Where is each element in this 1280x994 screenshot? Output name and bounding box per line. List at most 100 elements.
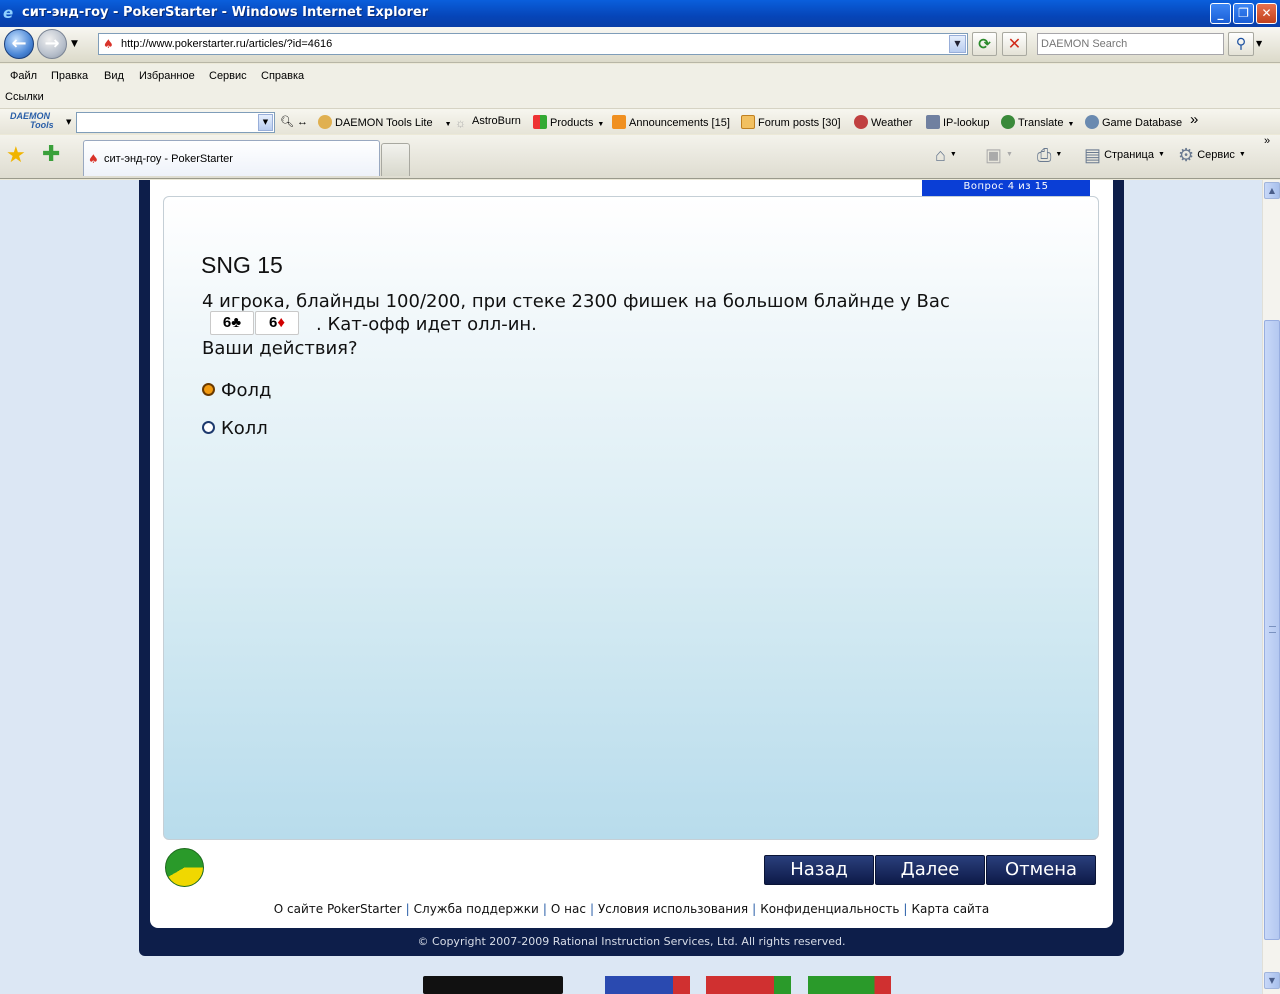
menu-view[interactable]: Вид: [104, 70, 124, 82]
toolbar-forum-posts[interactable]: Forum posts [30]: [741, 115, 841, 129]
quiz-panel: SNG 15 4 игрока, блайнды 100/200, при ст…: [163, 196, 1099, 840]
pokerstars-logo[interactable]: [423, 976, 563, 994]
search-input[interactable]: [1038, 34, 1223, 54]
page-menu-button[interactable]: ▤ Страница ▼: [1084, 145, 1165, 166]
toolbar-ip-lookup[interactable]: IP-lookup: [926, 115, 989, 129]
hole-cards: 6♣ 6♦: [210, 311, 300, 336]
tab-pokerstarter[interactable]: ♠ сит-энд-гоу - PokerStarter: [83, 140, 380, 176]
search-box[interactable]: [1037, 33, 1224, 55]
question-line-1: 4 игрока, блайнды 100/200, при стеке 230…: [202, 291, 950, 312]
scroll-up-icon[interactable]: ▲: [1264, 182, 1280, 199]
footer-links: О сайте PokerStarter | Служба поддержки | О …: [273, 902, 990, 916]
links-label[interactable]: Ссылки: [5, 91, 44, 103]
history-dropdown-icon[interactable]: ▼: [71, 39, 78, 49]
daemon-search-combo[interactable]: ▼: [76, 112, 275, 133]
footer-link-about[interactable]: О сайте PokerStarter: [274, 902, 402, 916]
partner-logo-3[interactable]: [808, 976, 891, 994]
add-favorites-icon[interactable]: ✚: [42, 144, 60, 166]
maximize-button[interactable]: ❐: [1233, 3, 1254, 24]
option-fold[interactable]: Фолд: [202, 380, 271, 401]
home-button[interactable]: ⌂ ▼: [935, 145, 957, 166]
daemon-search-icon[interactable]: 🔍︎ ↔: [280, 115, 308, 128]
menu-help[interactable]: Справка: [261, 70, 304, 82]
favorites-star-icon[interactable]: ★: [6, 145, 26, 167]
daemon-tools-logo[interactable]: DAEMON Tools: [10, 112, 60, 132]
command-bar-more-icon[interactable]: »: [1264, 135, 1270, 147]
toolbar-more-chevron-icon[interactable]: »: [1190, 111, 1198, 128]
option-call[interactable]: Колл: [202, 418, 268, 439]
combo-dropdown-icon[interactable]: ▼: [258, 114, 273, 131]
toolbar-astroburn[interactable]: ☼ AstroBurn: [455, 115, 521, 130]
scroll-thumb[interactable]: [1264, 320, 1280, 940]
toolbar-translate[interactable]: Translate ▼: [1001, 115, 1074, 129]
daemon-toolbar: DAEMON Tools ▼ ▼ 🔍︎ ↔ DAEMON Tools Lite ▼…: [0, 108, 1280, 134]
question-line-3: Ваши действия?: [202, 338, 358, 359]
toolbar-game-database[interactable]: Game Database: [1085, 115, 1182, 129]
footer-link-about-us[interactable]: О нас: [551, 902, 586, 916]
address-dropdown-icon[interactable]: ▼: [949, 35, 966, 53]
ie-logo-icon: e: [3, 4, 14, 22]
toolbar-daemon-tools-lite[interactable]: DAEMON Tools Lite ▼: [318, 115, 452, 129]
astroburn-icon: ☼: [455, 116, 466, 130]
stop-button[interactable]: ✕: [1002, 32, 1027, 56]
url-text[interactable]: http://www.pokerstarter.ru/articles/?id=…: [121, 38, 332, 50]
option-label: Колл: [221, 418, 268, 439]
question-line-2: . Кат-офф идет олл-ин.: [316, 314, 537, 335]
print-button[interactable]: ⎙ ▼: [1037, 145, 1062, 166]
club-suit-icon: ♣: [231, 314, 242, 331]
toolbar-item-label: DAEMON Tools Lite: [335, 117, 433, 129]
fold-radio[interactable]: [202, 383, 215, 396]
feeds-button[interactable]: ▣ ▼: [985, 145, 1013, 166]
game-database-icon: [1085, 115, 1099, 129]
daemon-logo-bottom: Tools: [30, 120, 54, 130]
refresh-button[interactable]: ⟳: [972, 32, 997, 56]
partner-logo-1[interactable]: [605, 976, 690, 994]
close-button[interactable]: ✕: [1256, 3, 1277, 24]
toolbar-item-label: Forum posts [30]: [758, 117, 841, 129]
menu-edit[interactable]: Правка: [51, 70, 88, 82]
ip-lookup-icon: [926, 115, 940, 129]
footer-link-terms[interactable]: Условия использования: [598, 902, 748, 916]
daemon-menu-dropdown-icon[interactable]: ▼: [66, 118, 71, 126]
page-icon: ▤: [1084, 145, 1102, 165]
gear-icon: ⚙: [1178, 145, 1195, 165]
page-viewport: Вопрос 4 из 15 SNG 15 4 игрока, блайнды …: [0, 180, 1262, 994]
menu-tools[interactable]: Сервис: [209, 70, 247, 82]
tools-menu-button[interactable]: ⚙ Сервис ▼: [1178, 145, 1246, 166]
scroll-down-icon[interactable]: ▼: [1264, 972, 1280, 989]
address-field[interactable]: ♠ http://www.pokerstarter.ru/articles/?i…: [98, 33, 968, 55]
footer-link-sitemap[interactable]: Карта сайта: [911, 902, 989, 916]
search-icon[interactable]: ⚲: [1228, 32, 1254, 56]
toolbar-weather[interactable]: Weather: [854, 115, 912, 129]
partner-logo-2[interactable]: [706, 976, 791, 994]
diamond-suit-icon: ♦: [277, 314, 285, 331]
minimize-button[interactable]: _: [1210, 3, 1231, 24]
menu-file[interactable]: Файл: [10, 70, 37, 82]
back-button[interactable]: ←: [4, 29, 34, 59]
page-content: Вопрос 4 из 15 SNG 15 4 игрока, блайнды …: [150, 180, 1113, 928]
vertical-scrollbar[interactable]: ▲ ▼: [1262, 180, 1280, 994]
new-tab-button[interactable]: [381, 143, 410, 176]
title-bar: e сит-энд-гоу - PokerStarter - Windows I…: [0, 0, 1280, 27]
translate-icon: [1001, 115, 1015, 129]
tab-label: сит-энд-гоу - PokerStarter: [104, 153, 233, 165]
address-toolbar: ← → ▼ ♠ http://www.pokerstarter.ru/artic…: [0, 27, 1280, 63]
card-1: 6♣: [210, 311, 254, 335]
call-radio[interactable]: [202, 421, 215, 434]
next-quiz-button[interactable]: Далее: [875, 855, 985, 885]
menu-favorites[interactable]: Избранное: [139, 70, 195, 82]
forward-button[interactable]: →: [37, 29, 67, 59]
window-title: сит-энд-гоу - PokerStarter - Windows Int…: [22, 5, 429, 20]
page-menu-label: Страница: [1104, 149, 1154, 161]
back-quiz-button[interactable]: Назад: [764, 855, 874, 885]
toolbar-item-label: Announcements [15]: [629, 117, 730, 129]
footer-link-support[interactable]: Служба поддержки: [414, 902, 539, 916]
progress-pie-icon: [165, 848, 204, 887]
toolbar-announcements[interactable]: Announcements [15]: [612, 115, 730, 129]
footer-link-privacy[interactable]: Конфиденциальность: [760, 902, 899, 916]
search-options-dropdown-icon[interactable]: ▼: [1256, 39, 1262, 48]
toolbar-item-label: Game Database: [1102, 117, 1183, 129]
cancel-quiz-button[interactable]: Отмена: [986, 855, 1096, 885]
toolbar-products[interactable]: Products ▼: [533, 115, 604, 129]
copyright: © Copyright 2007-2009 Rational Instructi…: [417, 935, 846, 948]
